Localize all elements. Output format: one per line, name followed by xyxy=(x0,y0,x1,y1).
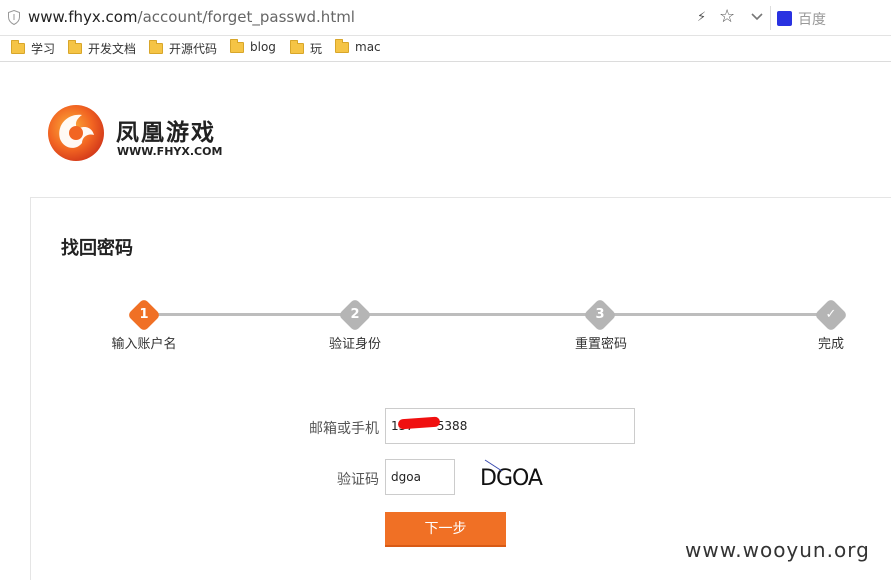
progress-track xyxy=(367,313,588,316)
watermark: www.wooyun.org xyxy=(685,538,870,562)
bookmark-item[interactable]: 学习 xyxy=(11,40,55,57)
star-icon[interactable]: ☆ xyxy=(719,6,735,27)
page-title: 找回密码 xyxy=(61,238,133,259)
folder-icon xyxy=(230,38,244,53)
step-number: 3 xyxy=(595,307,605,322)
divider xyxy=(770,6,771,30)
captcha-input[interactable] xyxy=(385,459,455,495)
folder-icon xyxy=(68,40,82,54)
bookmark-item[interactable]: 开源代码 xyxy=(149,40,217,57)
account-label: 邮箱或手机 xyxy=(309,421,379,437)
search-engine-label[interactable]: 百度 xyxy=(798,9,826,29)
bookmark-item[interactable]: 玩 xyxy=(290,40,322,57)
step-number: 1 xyxy=(139,307,149,322)
url-host: www.fhyx.com xyxy=(28,8,138,26)
progress-track xyxy=(156,313,343,316)
next-step-button[interactable]: 下一步 xyxy=(385,512,506,547)
step-label: 完成 xyxy=(817,337,845,352)
brand-url: WWW.FHYX.COM xyxy=(117,145,223,158)
captcha-noise-line xyxy=(484,459,503,472)
bookmark-item[interactable]: mac xyxy=(335,38,381,54)
checkmark-icon: ✓ xyxy=(825,307,837,322)
paw-icon[interactable] xyxy=(777,11,792,26)
progress-track xyxy=(612,313,819,316)
step-label: 验证身份 xyxy=(328,337,382,352)
bookmark-item[interactable]: blog xyxy=(230,38,276,54)
shield-icon xyxy=(8,10,20,25)
folder-icon xyxy=(149,40,163,54)
captcha-label: 验证码 xyxy=(337,472,379,488)
url-path: /account/forget_passwd.html xyxy=(137,8,355,26)
bookmarks-bar: 学习 开发文档 开源代码 blog 玩 mac xyxy=(0,36,891,62)
phoenix-logo-icon[interactable] xyxy=(46,103,106,163)
url-text[interactable]: www.fhyx.com/account/forget_passwd.html xyxy=(28,8,355,26)
address-bar[interactable]: www.fhyx.com/account/forget_passwd.html … xyxy=(0,0,891,36)
step-label: 输入账户名 xyxy=(111,337,177,352)
folder-icon xyxy=(290,40,304,54)
brand-name: 凤凰游戏 xyxy=(116,120,216,146)
bookmark-item[interactable]: 开发文档 xyxy=(68,40,136,57)
lightning-icon[interactable]: ⚡ xyxy=(697,10,706,25)
step-number: 2 xyxy=(350,307,360,322)
folder-icon xyxy=(335,38,349,53)
folder-icon xyxy=(11,40,25,54)
step-label: 重置密码 xyxy=(574,337,628,352)
chevron-down-icon[interactable] xyxy=(750,9,764,23)
